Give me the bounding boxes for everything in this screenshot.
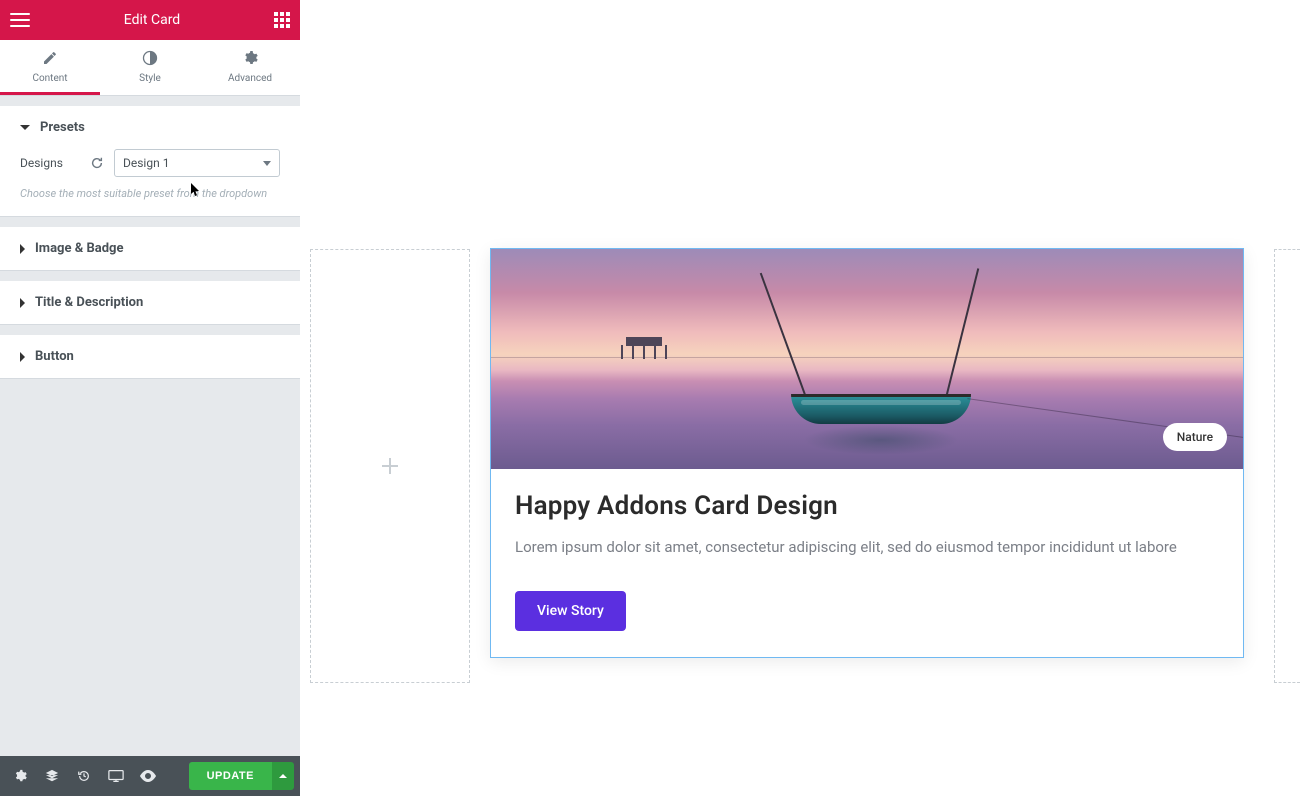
tab-style[interactable]: Style: [100, 40, 200, 95]
section-image-badge-title: Image & Badge: [35, 241, 124, 256]
caret-up-icon: [279, 774, 287, 778]
section-title-description: Title & Description: [0, 281, 300, 325]
section-title-description-header[interactable]: Title & Description: [0, 281, 300, 324]
presets-hint: Choose the most suitable preset from the…: [20, 187, 280, 200]
section-button-title: Button: [35, 349, 74, 364]
card-button[interactable]: View Story: [515, 591, 626, 631]
gear-icon: [242, 50, 258, 66]
section-presets-header[interactable]: Presets: [0, 106, 300, 149]
bottom-bar: UPDATE: [0, 756, 300, 796]
widgets-icon[interactable]: [274, 12, 290, 28]
sidebar-header: Edit Card: [0, 0, 300, 40]
pencil-icon: [42, 50, 58, 66]
section-button-header[interactable]: Button: [0, 335, 300, 378]
preview-canvas: Nature Happy Addons Card Design Lorem ip…: [300, 0, 1300, 796]
section-presets-title: Presets: [40, 120, 85, 135]
designs-label: Designs: [20, 156, 90, 170]
tab-advanced[interactable]: Advanced: [200, 40, 300, 95]
update-button[interactable]: UPDATE: [189, 762, 272, 790]
drop-zone-left[interactable]: [310, 249, 470, 683]
section-title-desc-title: Title & Description: [35, 295, 143, 310]
card-badge: Nature: [1163, 423, 1227, 451]
tabs: Content Style Advanced: [0, 40, 300, 96]
tab-style-label: Style: [139, 73, 161, 84]
settings-icon[interactable]: [6, 762, 34, 790]
card-widget[interactable]: Nature Happy Addons Card Design Lorem ip…: [490, 248, 1244, 658]
history-icon[interactable]: [70, 762, 98, 790]
editor-sidebar: Edit Card Content Style Advanced Presets…: [0, 0, 300, 796]
refresh-icon[interactable]: [90, 156, 104, 170]
contrast-icon: [142, 50, 158, 66]
caret-right-icon: [20, 352, 25, 362]
section-button: Button: [0, 335, 300, 379]
responsive-icon[interactable]: [102, 762, 130, 790]
preview-icon[interactable]: [134, 762, 162, 790]
designs-select[interactable]: Design 1: [114, 149, 280, 177]
menu-icon[interactable]: [10, 13, 30, 27]
tab-advanced-label: Advanced: [228, 73, 272, 84]
drop-zone-right[interactable]: [1274, 249, 1300, 683]
card-title: Happy Addons Card Design: [515, 491, 1219, 521]
caret-right-icon: [20, 298, 25, 308]
plus-icon: [379, 455, 401, 477]
caret-down-icon: [20, 125, 30, 130]
navigator-icon[interactable]: [38, 762, 66, 790]
section-presets: Presets Designs Design 1 Choose the most…: [0, 106, 300, 217]
designs-select-value: Design 1: [123, 156, 169, 170]
caret-right-icon: [20, 244, 25, 254]
card-image: Nature: [491, 249, 1243, 469]
section-image-badge: Image & Badge: [0, 227, 300, 271]
section-image-badge-header[interactable]: Image & Badge: [0, 227, 300, 270]
tab-content-label: Content: [32, 73, 67, 84]
chevron-down-icon: [263, 161, 271, 166]
card-description: Lorem ipsum dolor sit amet, consectetur …: [515, 535, 1219, 559]
update-more-button[interactable]: [272, 762, 294, 790]
tab-content[interactable]: Content: [0, 40, 100, 95]
header-title: Edit Card: [124, 12, 180, 28]
